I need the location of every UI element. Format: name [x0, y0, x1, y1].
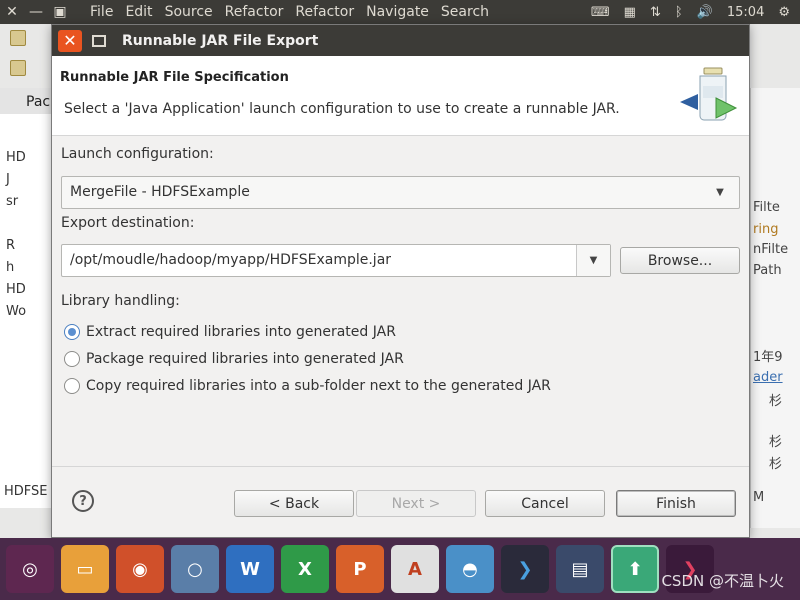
menu-refactor[interactable]: Refactor [219, 4, 290, 20]
export-destination-input[interactable]: /opt/moudle/hadoop/myapp/HDFSExample.jar… [61, 244, 611, 277]
dialog-header: Runnable JAR File Specification Select a… [52, 56, 749, 136]
dropdown-arrow-icon[interactable]: ▼ [705, 177, 735, 208]
outline-text: Filte [753, 200, 780, 215]
export-destination-value: /opt/moudle/hadoop/myapp/HDFSExample.jar [70, 252, 392, 268]
ubuntu-icon[interactable]: ◎ [6, 545, 54, 593]
radio-label: Package required libraries into generate… [86, 351, 404, 367]
tree-item[interactable]: sr [6, 194, 18, 209]
minimize-window-icon[interactable]: — [24, 4, 48, 20]
toolbar-icon[interactable] [10, 30, 26, 46]
outline-text: 杉 [769, 394, 783, 409]
window-switcher-icon[interactable]: ▤ [556, 545, 604, 593]
cancel-button[interactable]: Cancel [485, 490, 605, 517]
launch-config-value: MergeFile - HDFSExample [70, 184, 250, 200]
tree-item[interactable]: R [6, 238, 15, 253]
calc-icon[interactable]: X [281, 545, 329, 593]
menu-file[interactable]: File [84, 4, 119, 20]
dialog-title: Runnable JAR File Export [122, 32, 319, 49]
outline-text: nFilte [753, 242, 789, 257]
clock[interactable]: 15:04 [727, 5, 764, 20]
tree-item[interactable]: J [6, 172, 10, 187]
browse-button[interactable]: Browse... [620, 247, 740, 274]
launch-config-label: Launch configuration: [61, 146, 214, 162]
vscode-icon[interactable]: ❯ [501, 545, 549, 593]
files-icon[interactable]: ▭ [61, 545, 109, 593]
radio-label: Copy required libraries into a sub-folde… [86, 378, 551, 394]
help-icon[interactable]: ? [72, 490, 94, 512]
export-destination-label: Export destination: [61, 215, 195, 231]
volume-icon[interactable]: 🔊 [697, 5, 713, 20]
maximize-icon[interactable] [92, 34, 106, 47]
finish-button[interactable]: Finish [616, 490, 736, 517]
jar-icon[interactable]: ⬆ [611, 545, 659, 593]
launch-config-select[interactable]: MergeFile - HDFSExample ▼ [61, 176, 740, 209]
impress-icon[interactable]: P [336, 545, 384, 593]
menu-navigate[interactable]: Navigate [360, 4, 435, 20]
chromium-icon[interactable]: ○ [171, 545, 219, 593]
system-indicators: ⌨ ▦ ⇅ ᛒ 🔊 15:04 ⚙ [591, 0, 800, 24]
writer-icon[interactable]: W [226, 545, 274, 593]
outline-text: 杉 [769, 457, 783, 472]
library-option-extract[interactable]: Extract required libraries into generate… [64, 322, 396, 342]
watermark: CSDN @不温卜火 [661, 572, 784, 590]
menu-search[interactable]: Search [435, 4, 495, 20]
outline-text: 杉 [769, 435, 783, 450]
menu-bar: File Edit Source Refactor Refactor Navig… [84, 4, 495, 20]
keyboard-icon[interactable]: ⌨ [591, 5, 610, 20]
tree-item[interactable]: HD [6, 282, 26, 297]
menu-refactor-2[interactable]: Refactor [289, 4, 360, 20]
package-explorer-tab[interactable]: Pac [0, 88, 52, 114]
package-explorer: Pac HD J sr R h HD Wo [0, 88, 52, 508]
restore-window-icon[interactable]: ▣ [48, 4, 72, 20]
calendar-icon[interactable]: ▦ [624, 5, 636, 20]
back-button[interactable]: < Back [234, 490, 354, 517]
software-center-icon[interactable]: A [391, 545, 439, 593]
radio-button[interactable] [64, 351, 80, 367]
docker-icon[interactable]: ◓ [446, 545, 494, 593]
tree-item[interactable]: h [6, 260, 14, 275]
toolbar-icon[interactable] [10, 60, 26, 76]
library-handling-label: Library handling: [61, 293, 180, 309]
outline-text: ring [753, 222, 779, 237]
outline-text: ader [753, 370, 783, 385]
header-title: Runnable JAR File Specification [60, 70, 289, 85]
jar-export-icon [680, 67, 738, 121]
radio-label: Extract required libraries into generate… [86, 324, 396, 340]
export-dialog: ✕ Runnable JAR File Export Runnable JAR … [51, 24, 750, 538]
menu-source[interactable]: Source [159, 4, 219, 20]
bluetooth-icon[interactable]: ᛒ [675, 5, 683, 20]
header-description: Select a 'Java Application' launch confi… [64, 101, 620, 117]
network-icon[interactable]: ⇅ [650, 5, 661, 20]
settings-icon[interactable]: ⚙ [778, 5, 790, 20]
outline-panel: Filte ring nFilte Path 1年9 ader 杉 杉 杉 M [750, 88, 800, 528]
library-option-copy[interactable]: Copy required libraries into a sub-folde… [64, 376, 551, 396]
outline-text: Path [753, 263, 782, 278]
top-menu-bar: ✕ — ▣ File Edit Source Refactor Refactor… [0, 0, 800, 24]
close-window-icon[interactable]: ✕ [0, 4, 24, 20]
library-option-package[interactable]: Package required libraries into generate… [64, 349, 404, 369]
outline-text: 1年9 [753, 350, 783, 365]
footer-separator [52, 466, 749, 467]
close-icon[interactable]: ✕ [58, 29, 82, 52]
outline-text: M [753, 490, 765, 505]
next-button[interactable]: Next > [356, 490, 476, 517]
firefox-icon[interactable]: ◉ [116, 545, 164, 593]
tree-item[interactable]: HD [6, 150, 26, 165]
radio-button[interactable] [64, 378, 80, 394]
menu-edit[interactable]: Edit [119, 4, 158, 20]
radio-button[interactable] [64, 324, 80, 340]
dialog-titlebar[interactable]: ✕ Runnable JAR File Export [52, 25, 749, 56]
status-text: HDFSE [4, 484, 48, 499]
tree-item[interactable]: Wo [6, 304, 26, 319]
dropdown-arrow-icon[interactable]: ▼ [576, 245, 610, 276]
